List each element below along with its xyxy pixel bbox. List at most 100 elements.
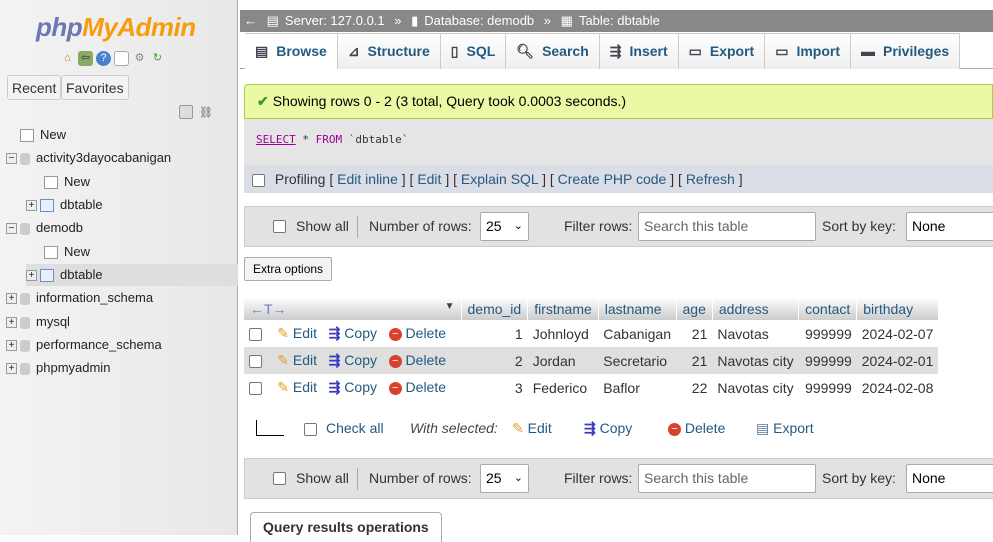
row-checkbox[interactable] bbox=[249, 355, 262, 369]
tab-structure[interactable]: ⊿ Structure bbox=[337, 33, 441, 69]
collapse-all-icon[interactable] bbox=[179, 105, 193, 119]
tab-export[interactable]: ▭ Export bbox=[678, 33, 766, 69]
cell-firstname[interactable]: Johnloyd bbox=[528, 320, 599, 347]
bulk-export-button[interactable]: ▤ Export bbox=[756, 420, 814, 437]
favorites-button[interactable]: Favorites bbox=[61, 75, 129, 100]
expand-icon[interactable]: − bbox=[6, 153, 17, 165]
row-checkbox[interactable] bbox=[249, 328, 262, 342]
column-address[interactable]: address bbox=[712, 297, 800, 320]
help-icon[interactable]: ? bbox=[96, 51, 111, 66]
cell-birthday[interactable]: 2024-02-08 bbox=[857, 374, 939, 401]
expand-icon[interactable]: − bbox=[6, 223, 17, 235]
documentation-icon[interactable] bbox=[114, 51, 129, 66]
expand-icon[interactable]: + bbox=[26, 200, 37, 212]
cell-birthday[interactable]: 2024-02-07 bbox=[857, 320, 939, 347]
breadcrumb-table[interactable]: Table: dbtable bbox=[579, 13, 660, 28]
column-age[interactable]: age bbox=[676, 297, 713, 320]
edit-inline-link[interactable]: Edit inline bbox=[337, 171, 398, 187]
bulk-copy-button[interactable]: ⇶ Copy bbox=[584, 420, 632, 437]
refresh-link[interactable]: Refresh bbox=[686, 171, 735, 187]
tab-browse[interactable]: ▤ Browse bbox=[245, 33, 338, 69]
home-icon[interactable]: ⌂ bbox=[60, 51, 75, 66]
cell-demo_id[interactable]: 3 bbox=[461, 374, 528, 401]
breadcrumb-database[interactable]: Database: demodb bbox=[424, 13, 534, 28]
edit-row-button[interactable]: ✎ Edit bbox=[277, 325, 317, 341]
cell-firstname[interactable]: Jordan bbox=[527, 347, 599, 374]
cell-lastname[interactable]: Secretario bbox=[598, 347, 677, 374]
rows-per-page-select[interactable]: 25 ⌄ bbox=[480, 464, 529, 493]
tab-search[interactable]: 🔍︎ Search bbox=[506, 33, 600, 69]
profiling-checkbox[interactable] bbox=[252, 173, 265, 187]
copy-row-button[interactable]: ⇶ Copy bbox=[329, 379, 377, 395]
tree-item[interactable]: + information_schema bbox=[6, 287, 153, 309]
recent-button[interactable]: Recent bbox=[7, 75, 62, 100]
filter-rows-input[interactable]: Search this table bbox=[638, 464, 816, 493]
delete-row-button[interactable]: − Delete bbox=[388, 352, 446, 368]
tab-import[interactable]: ▭ Import bbox=[765, 33, 851, 69]
tree-item[interactable]: − activity3dayocabanigan bbox=[6, 147, 171, 169]
tree-item[interactable]: New bbox=[26, 241, 90, 263]
tree-item[interactable]: − demodb bbox=[6, 217, 83, 239]
sort-dropdown-icon[interactable]: ▼ bbox=[445, 301, 455, 312]
expand-icon[interactable]: + bbox=[6, 293, 17, 305]
tree-item[interactable]: + phpmyadmin bbox=[6, 357, 110, 379]
cell-firstname[interactable]: Federico bbox=[528, 374, 599, 401]
explain-sql-link[interactable]: Explain SQL bbox=[461, 171, 538, 187]
tree-item[interactable]: + mysql bbox=[6, 311, 70, 333]
expand-icon[interactable]: + bbox=[6, 363, 17, 375]
cell-address[interactable]: Navotas city bbox=[712, 347, 799, 374]
expand-icon[interactable]: + bbox=[26, 270, 37, 282]
column-firstname[interactable]: firstname bbox=[527, 297, 599, 320]
expand-icon[interactable]: + bbox=[6, 340, 17, 352]
cell-age[interactable]: 21 bbox=[676, 320, 712, 347]
query-results-operations-tab[interactable]: Query results operations bbox=[250, 512, 442, 542]
back-arrow-icon[interactable]: ← bbox=[244, 13, 257, 28]
sort-by-key-select[interactable]: None bbox=[906, 464, 993, 493]
edit-row-button[interactable]: ✎ Edit bbox=[277, 352, 317, 368]
tab-sql[interactable]: ▯ SQL bbox=[440, 33, 507, 69]
tab-insert[interactable]: ⇶ Insert bbox=[599, 33, 679, 69]
cell-demo_id[interactable]: 1 bbox=[461, 320, 528, 347]
cell-contact[interactable]: 999999 bbox=[799, 374, 857, 401]
cell-address[interactable]: Navotas city bbox=[712, 374, 798, 401]
cell-lastname[interactable]: Baflor bbox=[598, 374, 676, 401]
bulk-edit-button[interactable]: ✎ Edit bbox=[512, 420, 552, 437]
rows-per-page-select[interactable]: 25 ⌄ bbox=[480, 212, 529, 241]
check-all-checkbox[interactable] bbox=[304, 423, 317, 436]
copy-row-button[interactable]: ⇶ Copy bbox=[329, 325, 377, 341]
tab-privileges[interactable]: ▬ Privileges bbox=[851, 33, 961, 69]
cell-age[interactable]: 22 bbox=[676, 374, 712, 401]
breadcrumb-server[interactable]: Server: 127.0.0.1 bbox=[285, 13, 385, 28]
check-all-label[interactable]: Check all bbox=[326, 420, 384, 436]
cell-demo_id[interactable]: 2 bbox=[461, 347, 528, 374]
delete-row-button[interactable]: − Delete bbox=[388, 379, 446, 395]
tree-item[interactable]: + performance_schema bbox=[6, 334, 162, 356]
tree-item[interactable]: New bbox=[26, 171, 90, 193]
bulk-delete-button[interactable]: − Delete bbox=[668, 420, 725, 436]
show-all-checkbox[interactable] bbox=[273, 472, 286, 485]
expand-icon[interactable]: + bbox=[6, 317, 17, 329]
logout-icon[interactable]: ⇦ bbox=[78, 51, 93, 66]
phpmyadmin-logo[interactable]: phpMyAdmin bbox=[36, 12, 196, 43]
tree-item[interactable]: + dbtable bbox=[26, 194, 103, 216]
cell-birthday[interactable]: 2024-02-01 bbox=[856, 347, 939, 374]
edit-row-button[interactable]: ✎ Edit bbox=[277, 379, 317, 395]
row-checkbox[interactable] bbox=[249, 382, 262, 396]
resize-arrows-icon[interactable]: ←T→ bbox=[250, 301, 287, 317]
tree-item[interactable]: + dbtable bbox=[26, 264, 238, 286]
cell-age[interactable]: 21 bbox=[676, 347, 713, 374]
cell-contact[interactable]: 999999 bbox=[799, 320, 857, 347]
cell-lastname[interactable]: Cabanigan bbox=[598, 320, 676, 347]
column-contact[interactable]: contact bbox=[798, 297, 858, 320]
cell-contact[interactable]: 999999 bbox=[798, 347, 857, 374]
extra-options-button[interactable]: Extra options bbox=[244, 257, 333, 281]
cell-address[interactable]: Navotas bbox=[712, 320, 798, 347]
settings-gear-icon[interactable]: ⚙ bbox=[132, 51, 147, 66]
column-birthday[interactable]: birthday bbox=[856, 297, 939, 320]
column-lastname[interactable]: lastname bbox=[598, 297, 677, 320]
edit-link[interactable]: Edit bbox=[417, 171, 441, 187]
column-demo_id[interactable]: demo_id bbox=[461, 297, 529, 320]
tree-item[interactable]: New bbox=[6, 124, 66, 146]
sort-by-key-select[interactable]: None bbox=[906, 212, 993, 241]
link-with-main-panel-icon[interactable]: ⛓ bbox=[199, 106, 213, 119]
